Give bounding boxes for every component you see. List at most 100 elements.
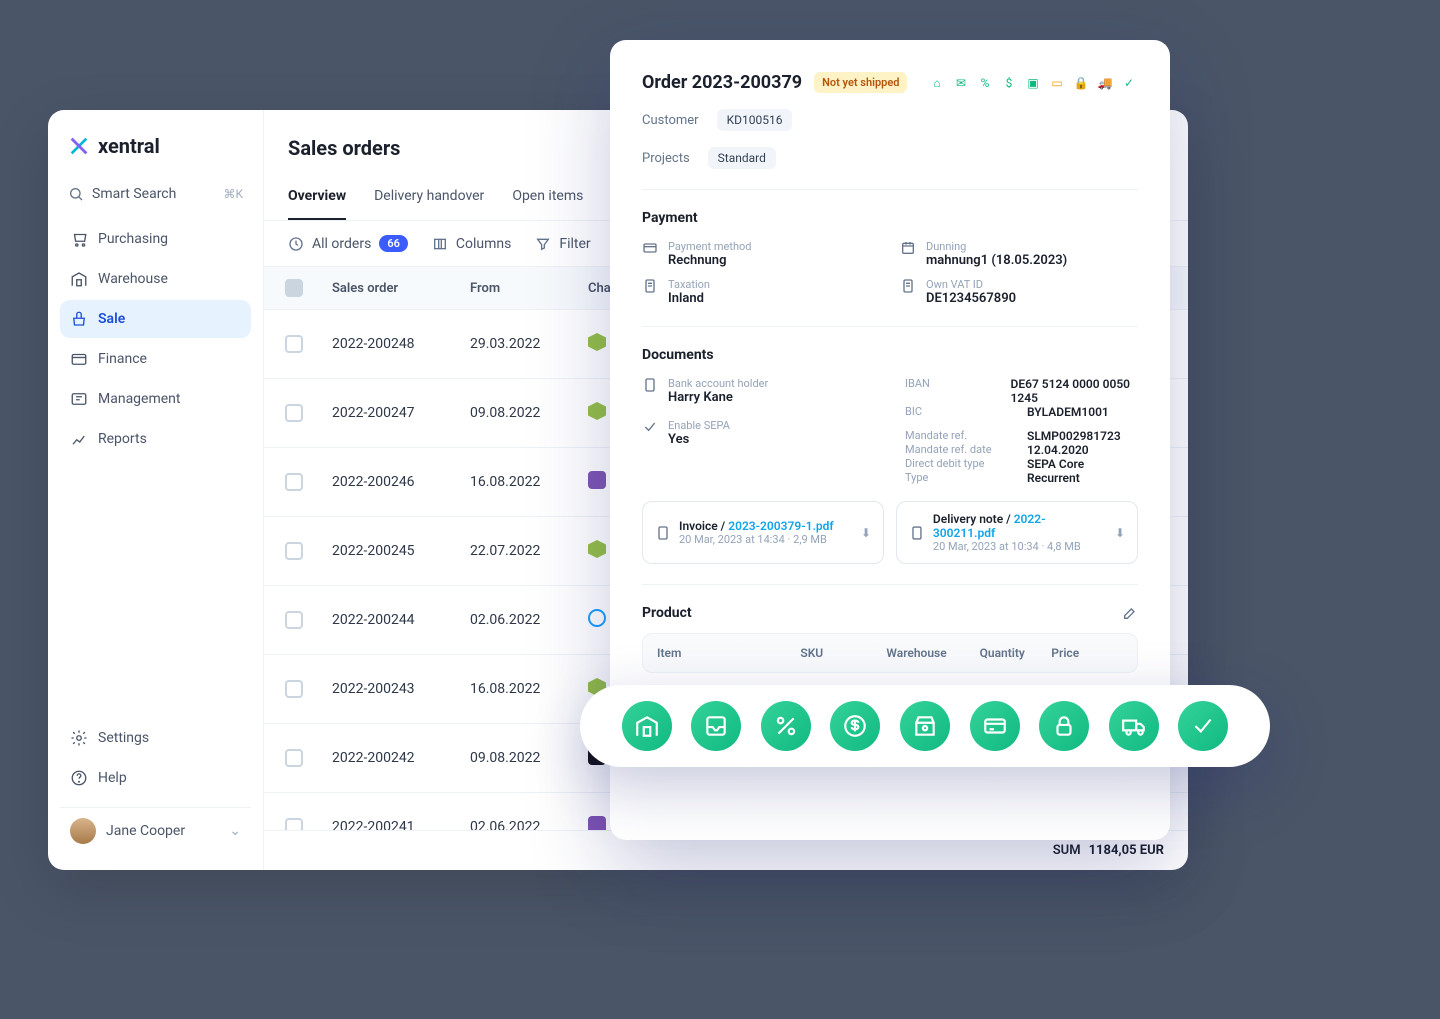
check-icon <box>642 419 658 435</box>
mandate-ref-kv: Mandate ref.SLMP002981723 <box>905 429 1138 443</box>
row-checkbox[interactable] <box>285 335 303 353</box>
percent-action[interactable] <box>761 701 811 751</box>
smart-search[interactable]: Smart Search ⌘K <box>60 178 251 210</box>
mandate-date-kv: Mandate ref. date12.04.2020 <box>905 443 1138 457</box>
cell-from: 16.08.2022 <box>462 669 580 709</box>
card-status-icon: ▭ <box>1048 74 1066 92</box>
sidebar-item-label: Warehouse <box>98 271 168 287</box>
card-icon <box>642 240 658 256</box>
row-checkbox[interactable] <box>285 473 303 491</box>
tab-delivery-handover[interactable]: Delivery handover <box>374 174 484 220</box>
check-action[interactable] <box>1178 701 1228 751</box>
lock-action[interactable] <box>1039 701 1089 751</box>
download-icon[interactable]: ⬇ <box>1115 526 1125 540</box>
all-orders-count: 66 <box>379 235 408 252</box>
documents-section-title: Documents <box>642 347 1138 363</box>
row-checkbox[interactable] <box>285 404 303 422</box>
percent-status-icon: % <box>976 74 994 92</box>
clock-icon <box>288 236 304 252</box>
truck-action[interactable] <box>1109 701 1159 751</box>
truck-status-icon: 🚚 <box>1096 74 1114 92</box>
warehouse-action[interactable] <box>622 701 672 751</box>
user-menu[interactable]: Jane Cooper ⌄ <box>60 807 251 854</box>
shopify-icon <box>588 333 606 351</box>
sidebar-item-label: Reports <box>98 431 147 447</box>
delivery-note-file[interactable]: Delivery note / 2022-300211.pdf 20 Mar, … <box>896 501 1138 564</box>
pdf-icon <box>909 525 925 541</box>
cell-order: 2022-200242 <box>324 738 462 778</box>
card-action[interactable] <box>970 701 1020 751</box>
iban-kv: IBANDE67 5124 0000 0050 1245 <box>905 377 1138 405</box>
sidebar-settings-label: Settings <box>98 730 149 746</box>
store-action[interactable] <box>900 701 950 751</box>
sidebar-item-management[interactable]: Management <box>60 380 251 418</box>
all-orders-label: All orders <box>312 236 371 252</box>
sidebar-item-label: Purchasing <box>98 231 168 247</box>
cell-from: 16.08.2022 <box>462 462 580 502</box>
filter-label: Filter <box>559 236 590 252</box>
calendar-icon <box>900 240 916 256</box>
th-price: Price <box>1051 646 1123 660</box>
th-from[interactable]: From <box>462 269 580 308</box>
sidebar-item-warehouse[interactable]: Warehouse <box>60 260 251 298</box>
th-warehouse: Warehouse <box>886 646 979 660</box>
edit-icon[interactable] <box>1122 605 1138 621</box>
sidebar-bottom: Settings Help Jane Cooper ⌄ <box>60 719 251 854</box>
cell-from: 09.08.2022 <box>462 738 580 778</box>
row-checkbox[interactable] <box>285 680 303 698</box>
tab-overview[interactable]: Overview <box>288 174 346 220</box>
cell-from: 09.08.2022 <box>462 393 580 433</box>
columns-button[interactable]: Columns <box>432 236 511 252</box>
brand: xentral <box>60 134 251 178</box>
sidebar-item-finance[interactable]: Finance <box>60 340 251 378</box>
tab-open-items[interactable]: Open items <box>512 174 583 220</box>
sum-label: SUM <box>1053 843 1081 858</box>
reports-icon <box>70 430 88 448</box>
product-section-title: Product <box>642 605 692 621</box>
project-tag[interactable]: Standard <box>708 147 776 169</box>
sidebar-item-sale[interactable]: Sale <box>60 300 251 338</box>
download-icon[interactable]: ⬇ <box>861 526 871 540</box>
detail-title: Order 2023-200379 <box>642 72 802 93</box>
lock-status-icon: 🔒 <box>1072 74 1090 92</box>
sidebar-item-purchasing[interactable]: Purchasing <box>60 220 251 258</box>
projects-label: Projects <box>642 151 690 166</box>
sidebar-item-help[interactable]: Help <box>60 759 251 797</box>
invoice-file[interactable]: Invoice / 2023-200379-1.pdf 20 Mar, 2023… <box>642 501 884 564</box>
pdf-icon <box>655 525 671 541</box>
action-bubble-bar <box>580 685 1270 767</box>
smart-search-shortcut: ⌘K <box>223 187 243 201</box>
retail-status-icon: ▣ <box>1024 74 1042 92</box>
filter-button[interactable]: Filter <box>535 236 590 252</box>
gear-icon <box>70 729 88 747</box>
sidebar-item-label: Management <box>98 391 180 407</box>
shopify-icon <box>588 402 606 420</box>
cell-order: 2022-200246 <box>324 462 462 502</box>
all-orders-chip[interactable]: All orders 66 <box>288 235 408 252</box>
product-table-header: Item SKU Warehouse Quantity Price <box>642 633 1138 673</box>
select-all-checkbox[interactable] <box>285 279 303 297</box>
cell-order: 2022-200248 <box>324 324 462 364</box>
payment-section-title: Payment <box>642 210 1138 226</box>
nav-list: Purchasing Warehouse Sale Finance Manage… <box>60 220 251 458</box>
row-checkbox[interactable] <box>285 818 303 830</box>
sidebar-item-reports[interactable]: Reports <box>60 420 251 458</box>
file-chips: Invoice / 2023-200379-1.pdf 20 Mar, 2023… <box>642 501 1138 564</box>
row-checkbox[interactable] <box>285 611 303 629</box>
document-icon <box>642 377 658 393</box>
dollar-action[interactable] <box>830 701 880 751</box>
th-sales-order[interactable]: Sales order <box>324 269 462 308</box>
sepa-field: Enable SEPAYes <box>642 419 875 447</box>
cell-from: 29.03.2022 <box>462 324 580 364</box>
inbox-status-icon: ✉ <box>952 74 970 92</box>
customer-id-tag[interactable]: KD100516 <box>717 109 793 131</box>
sidebar-item-settings[interactable]: Settings <box>60 719 251 757</box>
columns-icon <box>432 236 448 252</box>
cell-from: 02.06.2022 <box>462 807 580 830</box>
row-checkbox[interactable] <box>285 749 303 767</box>
bank-holder-field: Bank account holderHarry Kane <box>642 377 875 405</box>
th-quantity: Quantity <box>980 646 1052 660</box>
inbox-action[interactable] <box>691 701 741 751</box>
row-checkbox[interactable] <box>285 542 303 560</box>
type-kv: TypeRecurrent <box>905 471 1138 485</box>
